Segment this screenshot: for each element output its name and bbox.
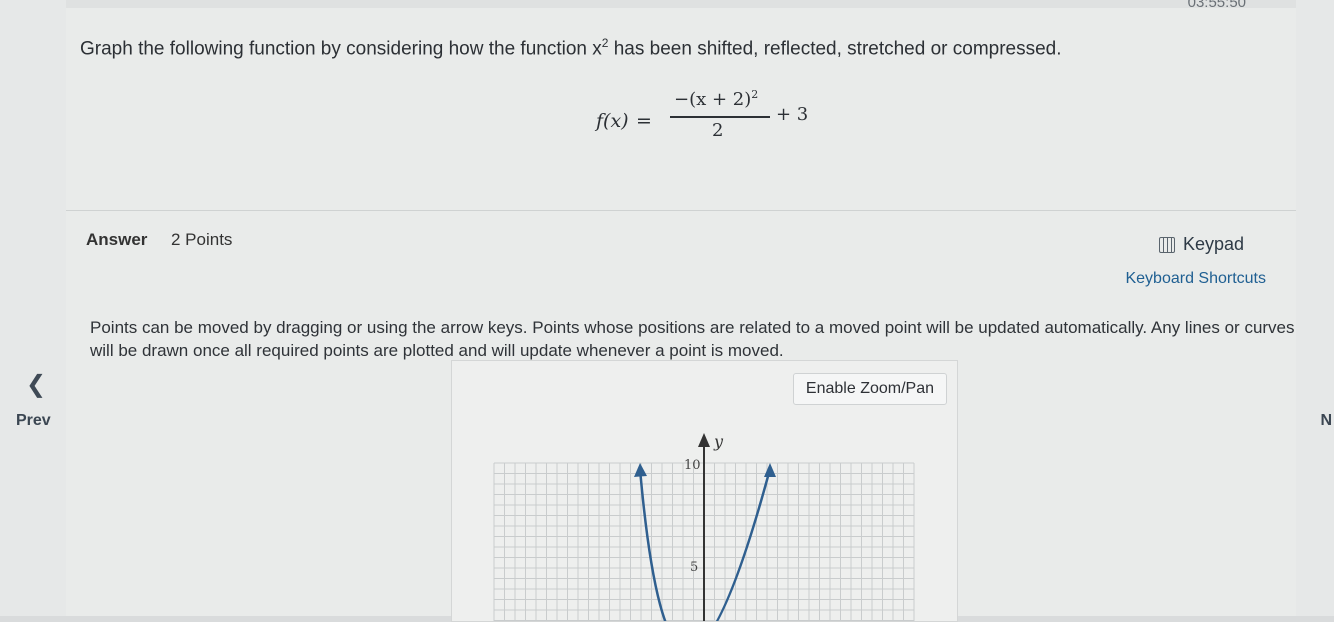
- y-axis-arrow-icon: [698, 433, 710, 447]
- next-button[interactable]: N: [1320, 412, 1332, 430]
- graph-panel[interactable]: Enable Zoom/Pan y 10 5: [451, 360, 958, 622]
- formula-denominator: 2: [712, 120, 724, 141]
- keypad-label: Keypad: [1182, 234, 1244, 254]
- section-divider: [66, 210, 1296, 211]
- formula-addend: + 3: [776, 104, 809, 125]
- left-rail: ❮ Prev: [0, 0, 67, 616]
- question-card: Graph the following function by consider…: [66, 8, 1296, 622]
- y-tick-10: 10: [684, 458, 701, 473]
- formula-equals: =: [636, 110, 652, 132]
- answer-label: Answer: [86, 230, 148, 249]
- right-rail: N: [1295, 0, 1334, 616]
- instructions-text: Points can be moved by dragging or using…: [90, 318, 1295, 360]
- numerator-exponent: 2: [751, 88, 759, 101]
- curve-left-arrow-icon: [634, 463, 647, 477]
- keypad-icon: [1158, 236, 1175, 253]
- y-tick-5: 5: [690, 560, 698, 575]
- curve-right-arrow-icon: [764, 463, 776, 477]
- chevron-left-icon[interactable]: ❮: [26, 370, 46, 399]
- keyboard-shortcuts-link[interactable]: Keyboard Shortcuts: [1125, 270, 1266, 288]
- graph-canvas[interactable]: y 10 5: [452, 361, 957, 621]
- answer-points: 2 Points: [171, 230, 233, 249]
- y-axis-label: y: [713, 432, 724, 451]
- function-formula: f(x) = −(x + 2)2 2 + 3: [596, 88, 856, 158]
- question-prompt: Graph the following function by consider…: [80, 36, 1062, 60]
- formula-numerator: −(x + 2)2: [674, 88, 758, 110]
- numerator-text: −(x + 2): [674, 89, 752, 110]
- keypad-button[interactable]: Keypad: [1158, 234, 1244, 255]
- prompt-after: has been shifted, reflected, stretched o…: [608, 38, 1062, 60]
- prev-button[interactable]: Prev: [16, 412, 51, 430]
- formula-lhs: f(x): [596, 110, 629, 132]
- fraction-bar: [670, 116, 770, 118]
- prompt-before: Graph the following function by consider…: [80, 38, 602, 60]
- top-strip: 03:55:50: [66, 0, 1296, 11]
